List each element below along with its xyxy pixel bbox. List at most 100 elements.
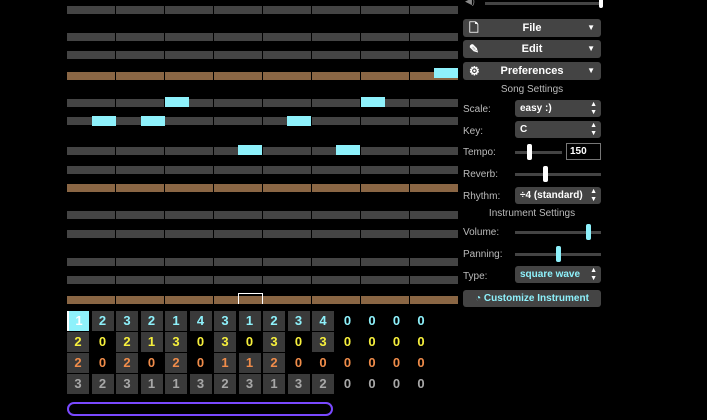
edit-menu-button[interactable]: ✎ Edit ▼ <box>463 40 601 58</box>
note[interactable] <box>238 145 262 155</box>
pattern-cell[interactable]: 0 <box>337 311 359 331</box>
beat-divider <box>360 51 361 59</box>
pattern-cell[interactable]: 2 <box>140 311 163 331</box>
note[interactable] <box>287 116 311 126</box>
pattern-cell[interactable]: 3 <box>116 374 138 394</box>
pitch-row[interactable] <box>67 211 458 219</box>
pattern-cell[interactable]: 0 <box>361 332 383 352</box>
pitch-row[interactable] <box>67 276 458 284</box>
pattern-cell[interactable]: 2 <box>67 332 89 352</box>
pattern-cell[interactable]: 0 <box>361 353 383 373</box>
note[interactable] <box>336 145 360 155</box>
pattern-cell[interactable]: 1 <box>165 311 187 331</box>
pitch-row[interactable] <box>67 33 458 41</box>
pattern-cell[interactable]: 0 <box>386 311 408 331</box>
pattern-cell[interactable]: 3 <box>214 332 236 352</box>
scale-select[interactable]: easy :) ▲ ▼ <box>515 100 601 117</box>
pattern-cell[interactable]: 2 <box>263 353 285 373</box>
key-select[interactable]: C ▲ ▼ <box>515 121 601 138</box>
note[interactable] <box>434 68 458 78</box>
pattern-cell[interactable]: 3 <box>238 374 261 394</box>
pattern-cell[interactable]: 0 <box>410 353 432 373</box>
pattern-cell[interactable]: 3 <box>263 332 285 352</box>
tempo-input[interactable]: 150 <box>566 143 601 160</box>
pattern-cell[interactable]: 0 <box>410 311 432 331</box>
tempo-slider-thumb[interactable] <box>527 144 533 160</box>
pattern-cell[interactable]: 2 <box>116 332 138 352</box>
pattern-cell[interactable]: 2 <box>91 311 114 331</box>
reverb-slider-thumb[interactable] <box>543 166 549 182</box>
pattern-cell[interactable]: 0 <box>190 332 212 352</box>
pattern-cell[interactable]: 1 <box>165 374 187 394</box>
octave-row[interactable] <box>67 184 458 192</box>
wave-type-select[interactable]: square wave ▲ ▼ <box>515 266 601 283</box>
pattern-cell[interactable]: 4 <box>189 311 212 331</box>
pitch-row[interactable] <box>67 6 458 14</box>
pitch-row[interactable] <box>67 166 458 174</box>
pattern-cell[interactable]: 0 <box>312 353 334 373</box>
pattern-cell[interactable]: 1 <box>238 311 261 331</box>
pattern-cell[interactable]: 0 <box>92 332 114 352</box>
pattern-cell[interactable]: 0 <box>288 353 310 373</box>
pattern-cell[interactable]: 1 <box>214 353 236 373</box>
pattern-cell[interactable]: 2 <box>214 374 236 394</box>
pitch-row[interactable] <box>67 99 458 107</box>
pattern-cell[interactable]: 3 <box>116 311 138 331</box>
note[interactable] <box>165 97 189 107</box>
track-scrollbar[interactable] <box>67 402 333 416</box>
pitch-row[interactable] <box>67 258 458 266</box>
pattern-cell[interactable]: 1 <box>67 311 89 331</box>
rhythm-select[interactable]: ÷4 (standard) ▲ ▼ <box>515 187 601 204</box>
tempo-slider-track[interactable] <box>515 151 562 154</box>
pattern-cell[interactable]: 0 <box>361 374 383 394</box>
pattern-cell[interactable]: 0 <box>386 353 408 373</box>
pattern-cell[interactable]: 3 <box>189 374 212 394</box>
pattern-cell[interactable]: 0 <box>410 332 432 352</box>
pattern-cell[interactable]: 0 <box>337 353 359 373</box>
pattern-cell[interactable]: 2 <box>165 353 187 373</box>
customize-instrument-button[interactable]: ◔ Customize Instrument <box>463 290 601 307</box>
pattern-cell[interactable]: 1 <box>140 374 163 394</box>
note[interactable] <box>141 116 165 126</box>
pitch-row[interactable] <box>67 147 458 155</box>
pattern-cell[interactable]: 3 <box>165 332 187 352</box>
pattern-cell[interactable]: 3 <box>312 332 334 352</box>
volume-slider-thumb[interactable] <box>586 224 592 240</box>
note[interactable] <box>361 97 385 107</box>
pattern-cell[interactable]: 0 <box>92 353 114 373</box>
pattern-cell[interactable]: 2 <box>263 311 285 331</box>
pattern-cell[interactable]: 0 <box>141 353 163 373</box>
pattern-cell[interactable]: 3 <box>214 311 236 331</box>
pattern-cell[interactable]: 0 <box>410 374 432 394</box>
pattern-cell[interactable]: 0 <box>239 332 261 352</box>
pattern-cell[interactable]: 1 <box>140 332 163 352</box>
pattern-cell[interactable]: 4 <box>312 311 334 331</box>
pitch-row[interactable] <box>67 117 458 125</box>
pattern-cell[interactable]: 2 <box>91 374 114 394</box>
pattern-cell[interactable]: 3 <box>67 374 89 394</box>
pattern-cell[interactable]: 3 <box>287 374 310 394</box>
pattern-cell[interactable]: 0 <box>288 332 310 352</box>
pattern-cell[interactable]: 0 <box>337 332 359 352</box>
pattern-cell[interactable]: 2 <box>312 374 334 394</box>
note[interactable] <box>92 116 116 126</box>
panning-slider-thumb[interactable] <box>556 246 561 262</box>
octave-row[interactable] <box>67 72 458 80</box>
pitch-row[interactable] <box>67 51 458 59</box>
pattern-cell[interactable]: 0 <box>190 353 212 373</box>
top-volume-slider[interactable]: ◀︎) <box>463 0 603 10</box>
pitch-row[interactable] <box>67 230 458 238</box>
pattern-cell[interactable]: 1 <box>238 353 261 373</box>
pattern-cell[interactable]: 2 <box>116 353 138 373</box>
pattern-editor[interactable]: 1232143123400002021303030300002020201120… <box>0 0 460 420</box>
pattern-cell[interactable]: 0 <box>386 332 408 352</box>
pattern-cell[interactable]: 0 <box>386 374 408 394</box>
file-menu-button[interactable]: 🗋 File ▼ <box>463 19 601 37</box>
pattern-cell[interactable]: 0 <box>361 311 383 331</box>
reverb-slider-track[interactable] <box>515 173 601 176</box>
pattern-cell[interactable]: 1 <box>263 374 285 394</box>
pattern-cell[interactable]: 2 <box>67 353 89 373</box>
pattern-cell[interactable]: 3 <box>287 311 310 331</box>
pattern-cell[interactable]: 0 <box>337 374 359 394</box>
preferences-menu-button[interactable]: ⚙ Preferences ▼ <box>463 62 601 80</box>
